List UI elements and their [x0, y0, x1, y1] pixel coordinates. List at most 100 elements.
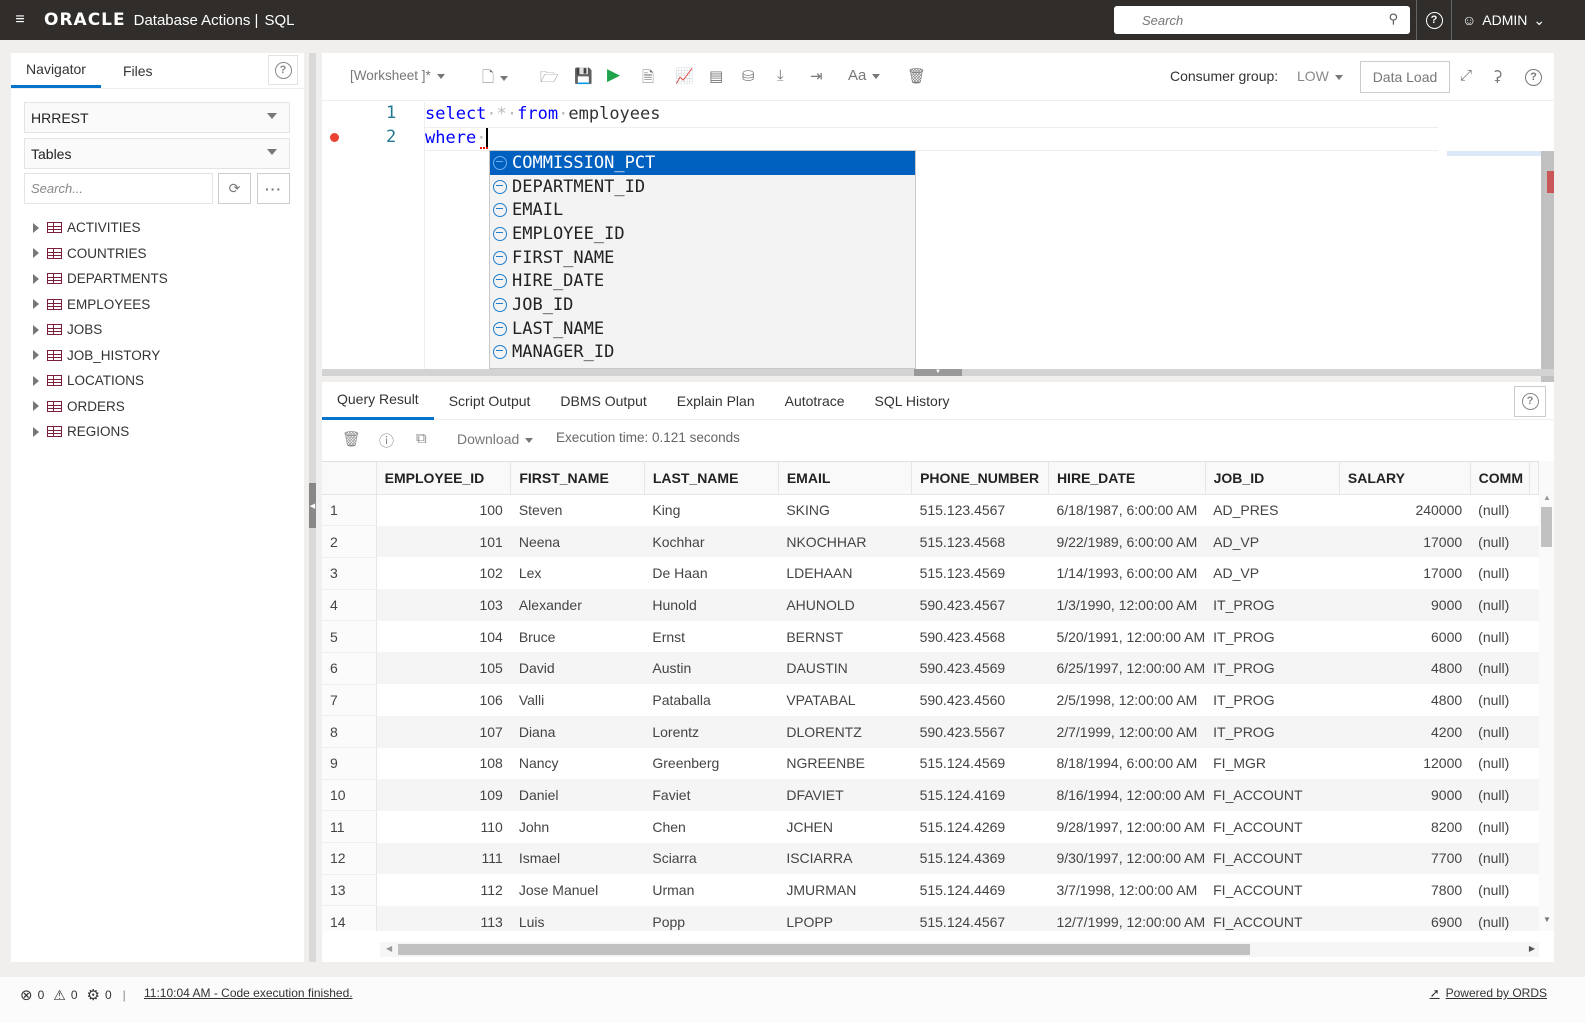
table-cell[interactable]: (null): [1470, 874, 1529, 906]
table-cell[interactable]: 515.123.4569: [912, 557, 1049, 589]
table-cell[interactable]: 110: [376, 811, 511, 843]
table-cell[interactable]: Chen: [644, 811, 778, 843]
scroll-right-icon[interactable]: ▶: [1529, 944, 1535, 953]
worksheet-selector[interactable]: [Worksheet ]*: [350, 68, 445, 83]
collapse-left-icon[interactable]: ◀: [309, 483, 316, 528]
format-indent-icon[interactable]: ⇥: [810, 67, 823, 85]
expand-arrow-icon[interactable]: [33, 350, 39, 361]
minimap[interactable]: [1447, 151, 1541, 156]
tree-item-table[interactable]: JOBS: [31, 317, 168, 343]
table-cell[interactable]: AHUNOLD: [778, 589, 912, 621]
table-cell[interactable]: JMURMAN: [778, 874, 911, 906]
table-row[interactable]: 6 105 David Austin DAUSTIN 590.423.4569 6/25/1…: [322, 652, 1539, 685]
table-cell[interactable]: 6900: [1339, 905, 1471, 931]
results-help-button[interactable]: ?: [1514, 386, 1546, 417]
horizontal-splitter[interactable]: ▼: [322, 369, 1554, 376]
consumer-group-select[interactable]: LOW: [1297, 68, 1343, 84]
table-cell[interactable]: (null): [1470, 494, 1529, 526]
table-cell[interactable]: IT_PROG: [1205, 589, 1340, 621]
navigator-help-button[interactable]: ?: [268, 55, 298, 85]
table-cell[interactable]: LDEHAAN: [778, 557, 911, 589]
table-cell[interactable]: 9/30/1997, 12:00:00 AM: [1048, 842, 1206, 875]
tab-query-result[interactable]: Query Result: [322, 382, 434, 420]
table-row[interactable]: 2 101 Neena Kochhar NKOCHHAR 515.123.4568 9/22…: [322, 525, 1539, 558]
hamburger-menu-icon[interactable]: ≡: [0, 0, 40, 40]
table-cell[interactable]: John: [511, 811, 645, 843]
save-icon[interactable]: 💾: [574, 67, 593, 85]
expand-arrow-icon[interactable]: [33, 375, 39, 386]
error-icon[interactable]: ⊗: [20, 986, 33, 1004]
table-cell[interactable]: 3/7/1998, 12:00:00 AM: [1048, 874, 1205, 906]
database-stats-icon[interactable]: ⛁: [742, 67, 755, 85]
table-cell[interactable]: Austin: [644, 652, 779, 685]
autocomplete-item[interactable]: COMMISSION_PCT: [490, 151, 915, 175]
table-cell[interactable]: Steven: [511, 494, 645, 526]
table-cell[interactable]: 112: [376, 874, 511, 906]
autocomplete-item[interactable]: JOB_ID: [490, 293, 915, 317]
expand-arrow-icon[interactable]: [33, 324, 39, 335]
more-options-button[interactable]: ···: [257, 173, 290, 204]
table-cell[interactable]: VPATABAL: [778, 684, 911, 716]
table-cell[interactable]: 590.423.4569: [911, 652, 1049, 685]
autocomplete-item[interactable]: FIRST_NAME: [490, 246, 915, 270]
table-cell[interactable]: FI_ACCOUNT: [1205, 779, 1340, 811]
powered-by-ords-link[interactable]: ➚ Powered by ORDS: [1430, 986, 1547, 1000]
table-cell[interactable]: BERNST: [778, 621, 911, 653]
row-number[interactable]: 10: [322, 779, 377, 812]
table-cell[interactable]: Valli: [511, 684, 645, 716]
table-cell[interactable]: 109: [376, 779, 511, 811]
table-cell[interactable]: DAUSTIN: [778, 652, 912, 685]
table-cell[interactable]: 107: [376, 715, 511, 748]
row-number[interactable]: 4: [322, 589, 377, 622]
expand-arrow-icon[interactable]: [33, 401, 39, 412]
table-row[interactable]: 14 113 Luis Popp LPOPP 515.124.4567 12/7/1999,…: [322, 905, 1539, 931]
table-cell[interactable]: Lex: [511, 557, 645, 589]
table-cell[interactable]: Jose Manuel: [511, 874, 645, 906]
table-cell[interactable]: Kochhar: [644, 525, 779, 558]
table-cell[interactable]: 111: [376, 842, 511, 875]
table-cell[interactable]: 515.124.4567: [911, 905, 1049, 931]
tab-script-output[interactable]: Script Output: [434, 382, 546, 420]
table-row[interactable]: 10 109 Daniel Faviet DFAVIET 515.124.4169 8/16…: [322, 779, 1539, 812]
table-row[interactable]: 11 110 John Chen JCHEN 515.124.4269 9/28/1997,…: [322, 810, 1539, 844]
autocomplete-item[interactable]: DEPARTMENT_ID: [490, 175, 915, 199]
table-cell[interactable]: FI_ACCOUNT: [1205, 874, 1339, 906]
table-cell[interactable]: Popp: [644, 905, 779, 931]
table-cell[interactable]: 106: [376, 684, 511, 716]
table-cell[interactable]: 515.124.4469: [912, 874, 1049, 906]
table-cell[interactable]: 12000: [1339, 748, 1470, 780]
table-cell[interactable]: FI_ACCOUNT: [1205, 905, 1340, 931]
table-cell[interactable]: King: [644, 494, 778, 526]
row-number[interactable]: 5: [322, 620, 377, 653]
tree-item-table[interactable]: REGIONS: [31, 419, 168, 445]
table-cell[interactable]: NKOCHHAR: [778, 525, 912, 558]
table-row[interactable]: 13 112 Jose Manuel Urman JMURMAN 515.124.4469…: [322, 874, 1539, 907]
expand-icon[interactable]: ⤢: [1460, 67, 1472, 84]
table-cell[interactable]: 9/28/1997, 12:00:00 AM: [1048, 811, 1205, 843]
tree-item-table[interactable]: LOCATIONS: [31, 368, 168, 394]
table-cell[interactable]: Daniel: [510, 779, 645, 811]
open-external-icon[interactable]: ⧉: [416, 430, 427, 447]
table-cell[interactable]: 6000: [1339, 621, 1470, 653]
table-cell[interactable]: 515.123.4568: [911, 525, 1049, 558]
autocomplete-item[interactable]: MANAGER_ID: [490, 341, 915, 365]
new-worksheet-icon[interactable]: 🗋: [482, 67, 509, 92]
table-cell[interactable]: 6/18/1987, 6:00:00 AM: [1048, 494, 1205, 526]
expand-arrow-icon[interactable]: [33, 273, 39, 284]
row-number[interactable]: 2: [322, 525, 377, 558]
table-cell[interactable]: 240000: [1339, 494, 1470, 526]
table-cell[interactable]: JCHEN: [778, 811, 911, 843]
table-cell[interactable]: (null): [1470, 715, 1530, 748]
explain-plan-icon[interactable]: 📈: [675, 67, 694, 85]
row-number[interactable]: 14: [322, 905, 377, 931]
table-cell[interactable]: FI_ACCOUNT: [1205, 842, 1340, 875]
row-number[interactable]: 7: [322, 684, 377, 717]
table-cell[interactable]: 1/14/1993, 6:00:00 AM: [1048, 557, 1205, 589]
row-number[interactable]: 12: [322, 842, 377, 875]
table-cell[interactable]: 590.423.4560: [912, 684, 1049, 716]
tab-sql-history[interactable]: SQL History: [860, 382, 965, 420]
user-menu[interactable]: ☺ ADMIN ⌄: [1462, 0, 1545, 40]
table-cell[interactable]: 104: [376, 621, 511, 653]
table-cell[interactable]: 515.124.4169: [911, 779, 1049, 811]
row-number[interactable]: 3: [322, 557, 377, 590]
